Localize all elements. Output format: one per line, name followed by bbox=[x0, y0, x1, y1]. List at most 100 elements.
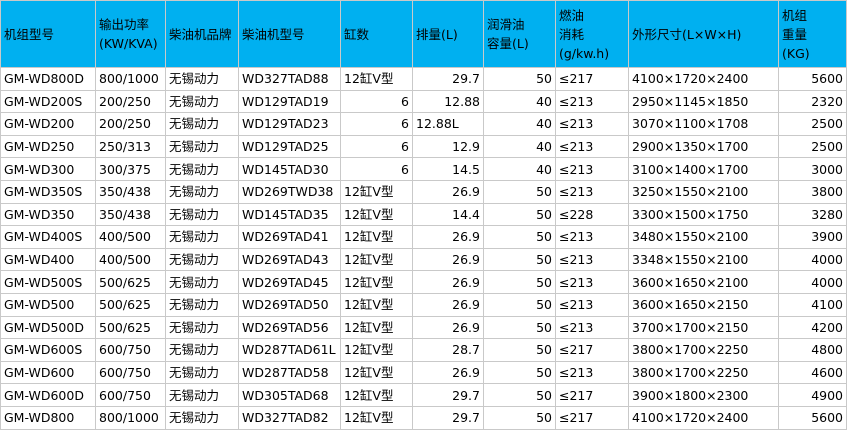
cell-lube-oil-capacity: 50 bbox=[483, 225, 556, 249]
header-text: (g/kw.h) bbox=[559, 45, 610, 61]
cell-displacement: 12.88 bbox=[412, 89, 484, 114]
cell-dimensions: 3600×1650×2150 bbox=[628, 292, 779, 317]
cell-cylinders: 6 bbox=[340, 89, 413, 114]
cell-displacement: 29.7 bbox=[412, 67, 484, 91]
cell-cylinders: 6 bbox=[340, 112, 413, 136]
cell-displacement: 14.5 bbox=[412, 157, 484, 181]
cell-model: GM-WD250 bbox=[0, 134, 96, 159]
header-text: 缸数 bbox=[344, 26, 370, 42]
cell-fuel-consumption: ≤217 bbox=[555, 338, 629, 362]
cell-displacement: 28.7 bbox=[412, 338, 484, 362]
cell-lube-oil-capacity: 50 bbox=[483, 315, 556, 340]
cell-model: GM-WD350 bbox=[0, 202, 96, 227]
cell-cylinders: 12缸V型 bbox=[340, 338, 413, 362]
cell-displacement: 26.9 bbox=[412, 179, 484, 204]
cell-fuel-consumption: ≤213 bbox=[555, 157, 629, 181]
cell-engine-brand: 无锡动力 bbox=[165, 292, 239, 317]
table-row: GM-WD600 600/750 无锡动力 WD287TAD58 12缸V型 26.9 50… bbox=[0, 360, 847, 385]
cell-dimensions: 4100×1720×2400 bbox=[628, 405, 779, 430]
header-text: 燃油 bbox=[559, 7, 585, 23]
cell-displacement: 29.7 bbox=[412, 405, 484, 430]
cell-model: GM-WD200 bbox=[0, 112, 96, 136]
cell-fuel-consumption: ≤213 bbox=[555, 225, 629, 249]
cell-fuel-consumption: ≤213 bbox=[555, 360, 629, 385]
table-row: GM-WD250 250/313 无锡动力 WD129TAD25 6 12.9 40 ≤213… bbox=[0, 134, 847, 159]
cell-dimensions: 3700×1700×2150 bbox=[628, 315, 779, 340]
cell-fuel-consumption: ≤213 bbox=[555, 315, 629, 340]
cell-dimensions: 3300×1500×1750 bbox=[628, 202, 779, 227]
header-text: 外形尺寸(L×W×H) bbox=[632, 26, 742, 42]
cell-cylinders: 12缸V型 bbox=[340, 405, 413, 430]
cell-power: 800/1000 bbox=[95, 405, 166, 430]
cell-weight: 3000 bbox=[778, 157, 847, 181]
cell-dimensions: 3348×1550×2100 bbox=[628, 247, 779, 272]
cell-dimensions: 3070×1100×1708 bbox=[628, 112, 779, 136]
cell-engine-brand: 无锡动力 bbox=[165, 179, 239, 204]
cell-engine-brand: 无锡动力 bbox=[165, 112, 239, 136]
cell-model: GM-WD500S bbox=[0, 270, 96, 294]
cell-model: GM-WD800 bbox=[0, 405, 96, 430]
cell-engine-model: WD287TAD58 bbox=[238, 360, 341, 385]
cell-weight: 2320 bbox=[778, 89, 847, 114]
cell-power: 250/313 bbox=[95, 134, 166, 159]
cell-engine-brand: 无锡动力 bbox=[165, 315, 239, 340]
cell-displacement: 26.9 bbox=[412, 247, 484, 272]
header-text: 柴油机型号 bbox=[242, 26, 305, 42]
cell-dimensions: 3900×1800×2300 bbox=[628, 383, 779, 407]
cell-weight: 2500 bbox=[778, 134, 847, 159]
cell-weight: 2500 bbox=[778, 112, 847, 136]
header-engine-brand: 柴油机品牌 bbox=[165, 0, 239, 68]
cell-fuel-consumption: ≤213 bbox=[555, 247, 629, 272]
cell-engine-model: WD269TAD50 bbox=[238, 292, 341, 317]
cell-cylinders: 6 bbox=[340, 157, 413, 181]
header-engine-model: 柴油机型号 bbox=[238, 0, 341, 68]
cell-weight: 4600 bbox=[778, 360, 847, 385]
header-text: 容量(L) bbox=[487, 36, 529, 51]
header-row: 机组型号 输出功率 (KW/KVA) 柴油机品牌 柴油机型号 缸数 排量(L) 润滑油 容量(L… bbox=[0, 0, 847, 68]
table-row: GM-WD800D 800/1000 无锡动力 WD327TAD88 12缸V型 29.7… bbox=[0, 67, 847, 91]
cell-power: 500/625 bbox=[95, 315, 166, 340]
cell-model: GM-WD600 bbox=[0, 360, 96, 385]
cell-engine-brand: 无锡动力 bbox=[165, 157, 239, 181]
cell-engine-model: WD305TAD68 bbox=[238, 383, 341, 407]
cell-model: GM-WD350S bbox=[0, 179, 96, 204]
cell-model: GM-WD400 bbox=[0, 247, 96, 272]
cell-displacement: 12.9 bbox=[412, 134, 484, 159]
header-text: 消耗 bbox=[559, 26, 585, 42]
cell-lube-oil-capacity: 50 bbox=[483, 202, 556, 227]
cell-model: GM-WD600D bbox=[0, 383, 96, 407]
cell-model: GM-WD500D bbox=[0, 315, 96, 340]
cell-power: 800/1000 bbox=[95, 67, 166, 91]
cell-lube-oil-capacity: 50 bbox=[483, 67, 556, 91]
cell-engine-model: WD129TAD19 bbox=[238, 89, 341, 114]
header-text: 排量(L) bbox=[416, 26, 458, 42]
cell-dimensions: 3600×1650×2100 bbox=[628, 270, 779, 294]
cell-dimensions: 3800×1700×2250 bbox=[628, 360, 779, 385]
cell-weight: 4100 bbox=[778, 292, 847, 317]
cell-engine-model: WD145TAD35 bbox=[238, 202, 341, 227]
cell-power: 500/625 bbox=[95, 292, 166, 317]
cell-engine-model: WD287TAD61L bbox=[238, 338, 341, 362]
cell-lube-oil-capacity: 40 bbox=[483, 157, 556, 181]
cell-model: GM-WD300 bbox=[0, 157, 96, 181]
cell-engine-model: WD269TAD43 bbox=[238, 247, 341, 272]
cell-engine-brand: 无锡动力 bbox=[165, 270, 239, 294]
cell-dimensions: 3480×1550×2100 bbox=[628, 225, 779, 249]
cell-weight: 5600 bbox=[778, 67, 847, 91]
cell-lube-oil-capacity: 50 bbox=[483, 179, 556, 204]
header-text: (KG) bbox=[782, 45, 810, 61]
cell-displacement: 26.9 bbox=[412, 292, 484, 317]
cell-fuel-consumption: ≤228 bbox=[555, 202, 629, 227]
cell-cylinders: 12缸V型 bbox=[340, 179, 413, 204]
cell-engine-model: WD327TAD88 bbox=[238, 67, 341, 91]
cell-cylinders: 12缸V型 bbox=[340, 360, 413, 385]
cell-dimensions: 3250×1550×2100 bbox=[628, 179, 779, 204]
cell-displacement: 26.9 bbox=[412, 225, 484, 249]
cell-weight: 4800 bbox=[778, 338, 847, 362]
cell-power: 600/750 bbox=[95, 360, 166, 385]
cell-engine-brand: 无锡动力 bbox=[165, 89, 239, 114]
cell-lube-oil-capacity: 40 bbox=[483, 112, 556, 136]
cell-model: GM-WD800D bbox=[0, 67, 96, 91]
table-row: GM-WD500D 500/625 无锡动力 WD269TAD56 12缸V型 26.9 5… bbox=[0, 315, 847, 340]
cell-fuel-consumption: ≤213 bbox=[555, 134, 629, 159]
